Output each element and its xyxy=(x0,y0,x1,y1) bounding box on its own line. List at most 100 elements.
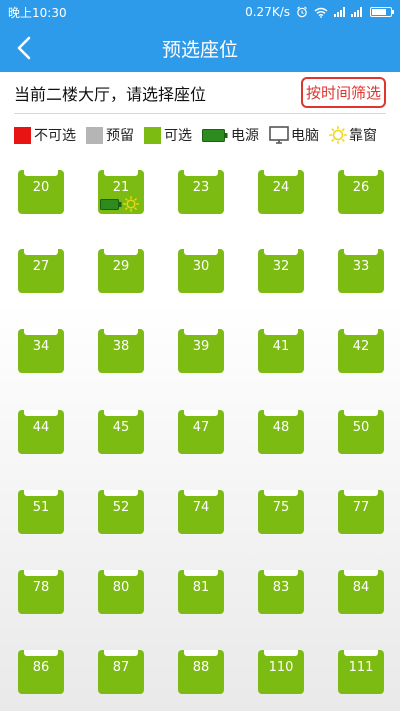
seat-number: 87 xyxy=(112,660,130,675)
seat-87[interactable]: 87 xyxy=(98,650,144,694)
seat-number: 111 xyxy=(348,660,374,675)
seat-number: 29 xyxy=(112,259,130,274)
seat-27[interactable]: 27 xyxy=(18,249,64,293)
chevron-left-icon xyxy=(17,36,31,60)
seat-number: 39 xyxy=(192,339,210,354)
back-button[interactable] xyxy=(8,32,40,64)
legend-computer: 电脑 xyxy=(269,125,319,145)
seat-number: 27 xyxy=(32,259,50,274)
seat-32[interactable]: 32 xyxy=(258,249,304,293)
status-bar: 晚上10:30 0.27K/s xyxy=(0,0,400,24)
reserved-swatch xyxy=(86,126,103,144)
seat-24[interactable]: 24 xyxy=(258,170,304,214)
seat-29[interactable]: 29 xyxy=(98,249,144,293)
status-time: 晚上10:30 xyxy=(8,5,67,20)
seat-45[interactable]: 45 xyxy=(98,410,144,454)
seat-51[interactable]: 51 xyxy=(18,490,64,534)
seat-81[interactable]: 81 xyxy=(178,570,224,614)
legend-reserved: 预留 xyxy=(86,125,134,145)
available-swatch xyxy=(144,126,161,144)
seat-74[interactable]: 74 xyxy=(178,490,224,534)
legend-power: 电源 xyxy=(202,125,259,145)
seat-number: 44 xyxy=(32,420,50,435)
seat-84[interactable]: 84 xyxy=(338,570,384,614)
seat-110[interactable]: 110 xyxy=(258,650,304,694)
seat-21[interactable]: 21 xyxy=(98,170,144,214)
seat-number: 81 xyxy=(192,580,210,595)
seat-34[interactable]: 34 xyxy=(18,329,64,373)
seat-number: 45 xyxy=(112,420,130,435)
legend-label: 预留 xyxy=(106,128,134,144)
seat-number: 34 xyxy=(32,339,50,354)
seat-33[interactable]: 33 xyxy=(338,249,384,293)
seat-number: 50 xyxy=(352,420,370,435)
seat-number: 30 xyxy=(192,259,210,274)
wifi-icon xyxy=(314,7,328,18)
seat-number: 74 xyxy=(192,500,210,515)
seat-78[interactable]: 78 xyxy=(18,570,64,614)
seat-41[interactable]: 41 xyxy=(258,329,304,373)
monitor-icon xyxy=(269,126,289,144)
seat-80[interactable]: 80 xyxy=(98,570,144,614)
seat-number: 110 xyxy=(268,660,294,675)
legend-label: 不可选 xyxy=(34,128,76,144)
seat-26[interactable]: 26 xyxy=(338,170,384,214)
legend: 不可选 预留 可选 电源 电脑 靠窗 xyxy=(14,122,394,148)
seat-42[interactable]: 42 xyxy=(338,329,384,373)
sun-icon xyxy=(123,196,139,212)
title-bar: 预选座位 xyxy=(0,24,400,72)
seat-number: 75 xyxy=(272,500,290,515)
seat-number: 80 xyxy=(112,580,130,595)
seat-77[interactable]: 77 xyxy=(338,490,384,534)
seat-number: 51 xyxy=(32,500,50,515)
seat-number: 41 xyxy=(272,339,290,354)
seat-number: 86 xyxy=(32,660,50,675)
battery-icon xyxy=(202,128,228,142)
legend-window: 靠窗 xyxy=(329,125,377,145)
unavailable-swatch xyxy=(14,126,31,144)
battery-icon xyxy=(370,7,394,17)
seat-number: 38 xyxy=(112,339,130,354)
legend-label: 电脑 xyxy=(291,128,319,144)
seat-30[interactable]: 30 xyxy=(178,249,224,293)
network-speed: 0.27K/s xyxy=(245,5,290,19)
seat-number: 42 xyxy=(352,339,370,354)
seat-50[interactable]: 50 xyxy=(338,410,384,454)
status-right: 0.27K/s xyxy=(245,5,394,19)
seat-44[interactable]: 44 xyxy=(18,410,64,454)
legend-unavailable: 不可选 xyxy=(14,125,76,145)
filter-by-time-button[interactable]: 按时间筛选 xyxy=(300,77,386,108)
seat-20[interactable]: 20 xyxy=(18,170,64,214)
seat-number: 23 xyxy=(192,180,210,195)
seat-number: 48 xyxy=(272,420,290,435)
seat-number: 32 xyxy=(272,259,290,274)
seat-features xyxy=(100,196,139,212)
seat-52[interactable]: 52 xyxy=(98,490,144,534)
seat-38[interactable]: 38 xyxy=(98,329,144,373)
seat-number: 21 xyxy=(112,180,130,195)
seat-39[interactable]: 39 xyxy=(178,329,224,373)
seat-47[interactable]: 47 xyxy=(178,410,224,454)
seat-86[interactable]: 86 xyxy=(18,650,64,694)
signal-icon xyxy=(334,7,345,17)
legend-label: 可选 xyxy=(164,128,192,144)
seat-number: 33 xyxy=(352,259,370,274)
seat-number: 84 xyxy=(352,580,370,595)
battery-icon xyxy=(100,198,122,210)
seat-number: 83 xyxy=(272,580,290,595)
seat-88[interactable]: 88 xyxy=(178,650,224,694)
legend-available: 可选 xyxy=(144,125,192,145)
seat-number: 88 xyxy=(192,660,210,675)
seat-number: 78 xyxy=(32,580,50,595)
seat-number: 77 xyxy=(352,500,370,515)
seat-number: 52 xyxy=(112,500,130,515)
seat-23[interactable]: 23 xyxy=(178,170,224,214)
seat-111[interactable]: 111 xyxy=(338,650,384,694)
seat-83[interactable]: 83 xyxy=(258,570,304,614)
seat-48[interactable]: 48 xyxy=(258,410,304,454)
hall-info-row: 当前二楼大厅，请选择座位 按时间筛选 xyxy=(14,72,386,114)
legend-label: 靠窗 xyxy=(349,128,377,144)
seat-75[interactable]: 75 xyxy=(258,490,304,534)
seat-number: 24 xyxy=(272,180,290,195)
signal-icon xyxy=(351,7,362,17)
